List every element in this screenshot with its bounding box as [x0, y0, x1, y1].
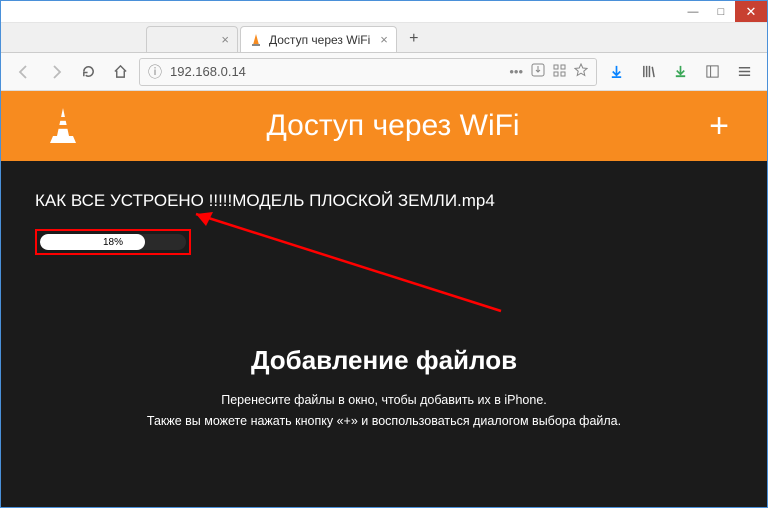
drop-instructions: Добавление файлов Перенесите файлы в окн…: [1, 345, 767, 433]
site-info-icon[interactable]: ⓘ: [148, 62, 162, 82]
home-button[interactable]: [107, 59, 133, 85]
upload-progress-bar: 18%: [40, 234, 186, 250]
progress-percent: 18%: [40, 234, 186, 250]
tab-close-icon[interactable]: ×: [380, 32, 388, 47]
drop-line1: Перенесите файлы в окно, чтобы добавить …: [1, 390, 767, 411]
url-bar[interactable]: ⓘ 192.168.0.14 •••: [139, 58, 597, 86]
menu-button[interactable]: [731, 59, 757, 85]
forward-button[interactable]: [43, 59, 69, 85]
tab-inactive[interactable]: ×: [146, 26, 238, 52]
grid-icon[interactable]: [553, 64, 566, 80]
back-button[interactable]: [11, 59, 37, 85]
sidebar-icon[interactable]: [699, 59, 725, 85]
page-header: Доступ через WiFi +: [1, 91, 767, 161]
download-green-icon[interactable]: [667, 59, 693, 85]
library-icon[interactable]: [635, 59, 661, 85]
reader-icon[interactable]: [531, 63, 545, 80]
vlc-favicon-icon: [249, 33, 263, 47]
window-maximize-button[interactable]: □: [707, 1, 735, 22]
url-dots-icon[interactable]: •••: [509, 64, 523, 79]
tab-strip: × Доступ через WiFi × +: [1, 23, 767, 53]
uploading-file-name: КАК ВСЕ УСТРОЕНО !!!!!МОДЕЛЬ ПЛОСКОЙ ЗЕМ…: [35, 191, 733, 211]
page-content: Доступ через WiFi + КАК ВСЕ УСТРОЕНО !!!…: [1, 91, 767, 507]
add-file-button[interactable]: +: [709, 107, 729, 146]
window-minimize-button[interactable]: —: [679, 1, 707, 22]
vlc-cone-icon: [49, 108, 77, 144]
upload-area: КАК ВСЕ УСТРОЕНО !!!!!МОДЕЛЬ ПЛОСКОЙ ЗЕМ…: [1, 161, 767, 255]
window-titlebar: — □ ✕: [1, 1, 767, 23]
browser-window: — □ ✕ × Доступ через WiFi × +: [0, 0, 768, 508]
tab-close-icon[interactable]: ×: [221, 32, 229, 47]
tab-active[interactable]: Доступ через WiFi ×: [240, 26, 397, 52]
page-title: Доступ через WiFi: [267, 109, 520, 143]
browser-toolbar: ⓘ 192.168.0.14 •••: [1, 53, 767, 91]
url-text: 192.168.0.14: [170, 64, 501, 79]
progress-highlight-box: 18%: [35, 229, 191, 255]
drop-line2: Также вы можете нажать кнопку «+» и восп…: [1, 411, 767, 432]
window-close-button[interactable]: ✕: [735, 1, 767, 22]
tab-label: Доступ через WiFi: [269, 33, 370, 47]
download-arrow-icon[interactable]: [603, 59, 629, 85]
star-icon[interactable]: [574, 63, 588, 80]
reload-button[interactable]: [75, 59, 101, 85]
drop-heading: Добавление файлов: [1, 345, 767, 376]
new-tab-button[interactable]: +: [403, 28, 425, 50]
